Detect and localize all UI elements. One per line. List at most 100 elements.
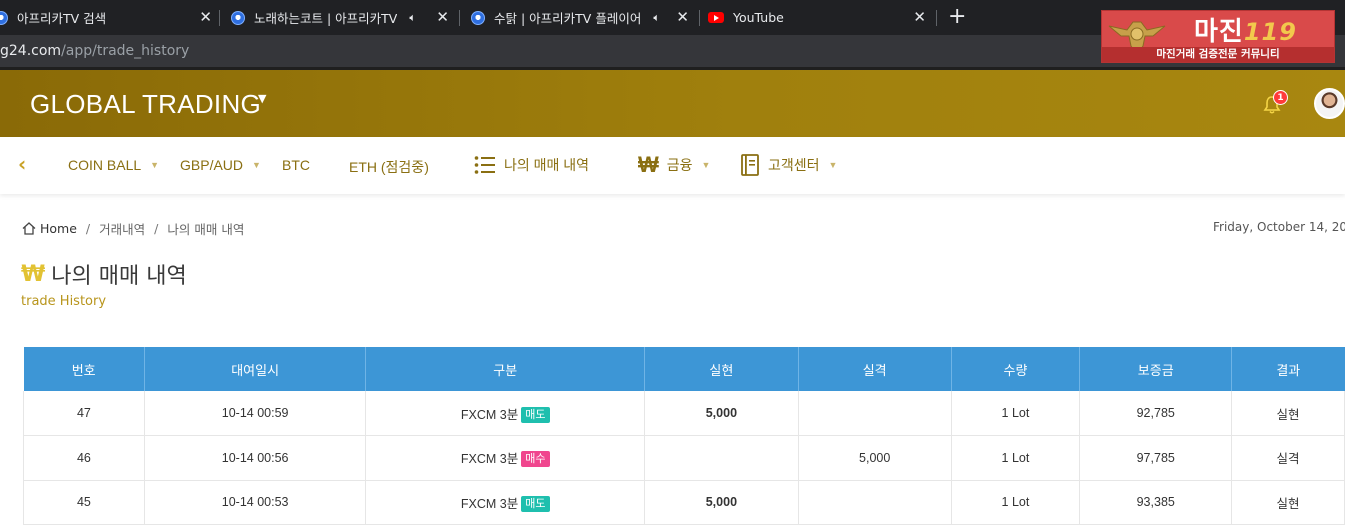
- close-icon[interactable]: ✕: [199, 9, 212, 25]
- nav-item-eth[interactable]: ETH (점검중): [349, 157, 429, 177]
- breadcrumb-level1[interactable]: 거래내역: [99, 219, 145, 238]
- table-row[interactable]: 47 10-14 00:59 FXCM 3분 매도 5,000 1 Lot 92,…: [23, 391, 1345, 436]
- nav-item-support[interactable]: 고객센터 ▼: [740, 154, 837, 176]
- tab-title: YouTube: [733, 10, 784, 25]
- nav-item-label: BTC: [282, 157, 310, 173]
- column-header: 결과: [1231, 347, 1345, 391]
- url-path: /app/trade_history: [61, 43, 190, 59]
- cell-number: 46: [23, 435, 145, 481]
- chevron-left-icon[interactable]: ‹: [18, 154, 26, 174]
- column-header: 대여일시: [144, 347, 367, 391]
- chevron-down-icon[interactable]: ▼: [258, 92, 266, 105]
- breadcrumb-separator: /: [85, 221, 91, 236]
- nav-item-btc[interactable]: BTC: [282, 157, 310, 173]
- nav-item-label: 고객센터: [768, 157, 820, 173]
- kind-label: FXCM 3분: [460, 452, 519, 467]
- afreecatv-icon: [0, 10, 8, 25]
- cell-qty: 1 Lot: [951, 480, 1081, 525]
- tab-divider: [459, 10, 460, 26]
- browser-tab[interactable]: 노래하는코트 | 아프리카TV 🔈︎ ✕: [231, 0, 455, 35]
- speaker-icon[interactable]: 🔈︎: [653, 11, 660, 25]
- nav-item-trade-history[interactable]: 나의 매매 내역: [474, 155, 589, 175]
- youtube-icon: [708, 12, 724, 23]
- tab-divider: [219, 10, 220, 26]
- afreecatv-icon: [471, 10, 485, 25]
- notification-badge[interactable]: 1: [1273, 90, 1288, 105]
- cell-realized: [644, 435, 799, 481]
- close-icon[interactable]: ✕: [436, 9, 449, 25]
- cell-lost: [798, 391, 952, 436]
- column-header: 보증금: [1079, 347, 1233, 391]
- new-tab-button[interactable]: +: [948, 4, 966, 30]
- nav-item-coin-ball[interactable]: COIN BALL ▼: [68, 157, 159, 173]
- chevron-down-icon: ▼: [828, 160, 838, 170]
- list-icon: [474, 156, 495, 174]
- cell-kind: FXCM 3분 매수: [365, 435, 645, 481]
- avatar[interactable]: [1314, 88, 1345, 119]
- cell-datetime: 10-14 00:56: [144, 435, 367, 481]
- page-subtitle: trade History: [21, 294, 107, 309]
- cell-deposit: 93,385: [1079, 480, 1233, 525]
- won-icon: ₩: [638, 152, 659, 177]
- sell-tag: 매도: [521, 495, 550, 512]
- afreecatv-icon: [231, 10, 245, 25]
- chevron-down-icon: ▼: [150, 160, 160, 170]
- breadcrumb: Home / 거래내역 / 나의 매매 내역: [22, 219, 244, 238]
- table-header-row: 번호 대여일시 구분 실현 실격 수량 보증금 결과: [23, 347, 1345, 391]
- url-text[interactable]: g24.com/app/trade_history: [0, 43, 189, 59]
- browser-tab[interactable]: 수탉 | 아프리카TV 플레이어 🔈︎ ✕: [471, 0, 695, 35]
- home-icon[interactable]: [22, 222, 36, 235]
- url-host: g24.com: [0, 43, 62, 59]
- cell-lost: [798, 480, 952, 525]
- cell-kind: FXCM 3분 매도: [365, 391, 645, 436]
- close-icon[interactable]: ✕: [676, 9, 689, 25]
- cell-qty: 1 Lot: [951, 391, 1081, 436]
- speaker-icon[interactable]: 🔈︎: [409, 11, 416, 25]
- cell-result: 실격: [1231, 435, 1345, 481]
- site-header: GLOBAL TRADING ▼: [0, 70, 1345, 137]
- tab-divider: [699, 10, 700, 26]
- cell-result: 실현: [1231, 391, 1345, 436]
- kind-label: FXCM 3분: [460, 496, 519, 511]
- column-header: 수량: [951, 347, 1081, 391]
- brand-title[interactable]: GLOBAL TRADING: [30, 89, 261, 120]
- kind-label: FXCM 3분: [460, 407, 519, 422]
- browser-tab[interactable]: 아프리카TV 검색 ✕: [0, 0, 218, 35]
- watermark-title: 마진119: [1194, 17, 1297, 47]
- browser-tab[interactable]: YouTube ✕: [708, 0, 932, 35]
- table-row[interactable]: 46 10-14 00:56 FXCM 3분 매수 5,000 1 Lot 97,…: [23, 435, 1345, 481]
- table-row[interactable]: 45 10-14 00:53 FXCM 3분 매도 5,000 1 Lot 93,…: [23, 480, 1345, 525]
- cell-lost: 5,000: [798, 435, 952, 481]
- nav-item-gbp-aud[interactable]: GBP/AUD ▼: [180, 157, 261, 173]
- nav-item-finance[interactable]: ₩ 금융 ▼: [638, 154, 710, 176]
- sell-tag: 매도: [521, 406, 550, 423]
- won-icon: ₩: [21, 261, 46, 287]
- cell-kind: FXCM 3분 매도: [365, 480, 645, 525]
- breadcrumb-home[interactable]: Home: [40, 221, 77, 236]
- tab-title: 수탉 | 아프리카TV 플레이어: [494, 11, 642, 26]
- cell-realized: 5,000: [644, 391, 799, 436]
- close-icon[interactable]: ✕: [913, 9, 926, 25]
- main-nav: ‹ COIN BALL ▼ GBP/AUD ▼ BTC ETH (점검중) 나의 매…: [0, 137, 1345, 194]
- cell-result: 실현: [1231, 480, 1345, 525]
- watermark-subtitle: 마진거래 검증전문 커뮤니티: [1102, 47, 1334, 62]
- nav-item-label: COIN BALL: [68, 157, 142, 173]
- tab-title: 아프리카TV 검색: [17, 11, 107, 26]
- cell-number: 45: [23, 480, 145, 525]
- cell-deposit: 92,785: [1079, 391, 1233, 436]
- watermark-logo: 마진119 마진거래 검증전문 커뮤니티: [1101, 10, 1335, 63]
- column-header: 실현: [644, 347, 799, 391]
- chevron-down-icon: ▼: [701, 160, 711, 170]
- current-date: Friday, October 14, 202: [1213, 220, 1345, 234]
- nav-item-label: 나의 매매 내역: [504, 157, 590, 173]
- cell-number: 47: [23, 391, 145, 436]
- column-header: 실격: [798, 347, 952, 391]
- tab-title: 노래하는코트 | 아프리카TV: [254, 11, 398, 26]
- cell-realized: 5,000: [644, 480, 799, 525]
- nav-item-label: GBP/AUD: [180, 157, 244, 173]
- tab-divider: [936, 10, 937, 26]
- page-title: ₩ 나의 매매 내역: [21, 258, 187, 290]
- buy-tag: 매수: [521, 451, 550, 468]
- book-icon: [741, 154, 759, 176]
- trade-history-table: 번호 대여일시 구분 실현 실격 수량 보증금 결과 47 10-14 00:5…: [23, 347, 1345, 525]
